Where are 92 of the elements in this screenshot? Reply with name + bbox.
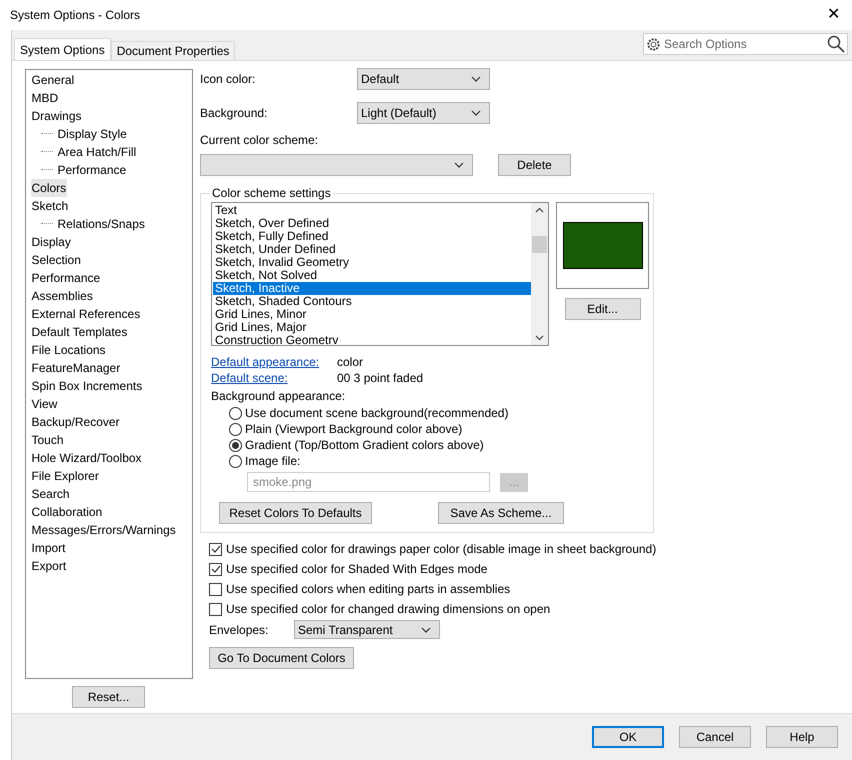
list-item[interactable]: Sketch, Fully Defined <box>213 230 531 243</box>
field-value: 00 3 point faded <box>337 370 424 387</box>
settings-icon <box>646 36 661 52</box>
list-item[interactable]: Construction Geometrv <box>213 334 531 345</box>
tree-item[interactable]: File Locations <box>30 341 107 359</box>
tree-item[interactable]: Export <box>30 557 68 575</box>
dialog-button[interactable]: Cancel <box>679 726 751 748</box>
caret-icon <box>454 162 464 168</box>
tree-item[interactable]: Search <box>30 485 71 503</box>
list-item[interactable]: Text <box>213 204 531 217</box>
radio-label: Gradient (Top/Bottom Gradient colors above) <box>245 437 484 454</box>
button[interactable]: Reset... <box>72 686 145 708</box>
list-item[interactable]: Sketch, Not Solved <box>213 269 531 282</box>
button[interactable]: Go To Document Colors <box>209 647 354 669</box>
tree-item[interactable]: Default Templates <box>30 323 128 341</box>
list-item[interactable]: Sketch, Over Defined <box>213 217 531 230</box>
list-item[interactable]: Sketch, Inactive <box>213 282 531 295</box>
dialog-button[interactable]: OK <box>592 726 664 748</box>
search-field[interactable]: Search Options <box>664 35 824 53</box>
tree-item[interactable]: Performance <box>56 161 128 179</box>
close-button[interactable]: ✕ <box>827 3 840 27</box>
tree-item[interactable]: Relations/Snaps <box>56 215 146 233</box>
tree-item[interactable]: MBD <box>30 89 60 107</box>
list-item[interactable]: Sketch, Shaded Contours <box>213 295 531 308</box>
button[interactable]: Edit... <box>564 298 640 320</box>
scroll-thumb[interactable] <box>532 236 547 252</box>
field-label: Current color scheme: <box>200 132 318 149</box>
tree-item[interactable]: Hole Wizard/Toolbox <box>30 449 143 467</box>
field-label: Background: <box>200 105 268 122</box>
button[interactable]: Reset Colors To Defaults <box>219 502 372 524</box>
list-item[interactable]: Grid Lines, Major <box>213 321 531 334</box>
tree-item[interactable]: Display Style <box>56 125 128 143</box>
group-title: Color scheme settings <box>211 185 332 202</box>
caret-icon <box>471 76 481 82</box>
dialog-button[interactable]: Help <box>766 726 838 748</box>
tree-item[interactable]: Spin Box Increments <box>30 377 144 395</box>
checkbox-label: Use specified color for Shaded With Edges mode <box>226 561 488 578</box>
list-item[interactable]: Sketch, Under Defined <box>213 243 531 256</box>
tree-item[interactable]: Messages/Errors/Warnings <box>30 521 177 539</box>
field-value: color <box>337 354 364 371</box>
checkbox-label: Use specified color for drawings paper color (disable image in sheet background) <box>226 541 656 558</box>
radio-button[interactable] <box>229 422 242 436</box>
button[interactable]: Delete <box>498 154 571 176</box>
tree-item[interactable]: Performance <box>30 269 102 287</box>
field-label: Icon color: <box>200 71 256 88</box>
tree-item[interactable]: Collaboration <box>30 503 104 521</box>
list-item[interactable]: Sketch, Invalid Geometry <box>213 256 531 269</box>
tree-item[interactable]: Selection <box>30 251 82 269</box>
caret-icon <box>421 626 431 632</box>
color-list[interactable] <box>211 202 549 346</box>
window-title: System Options - Colors <box>10 7 140 24</box>
checkbox[interactable] <box>209 602 222 616</box>
dropdown[interactable]: Light (Default) <box>357 102 490 124</box>
radio-button[interactable] <box>229 438 242 452</box>
dropdown[interactable]: Default <box>357 68 490 90</box>
dropdown[interactable]: Semi Transparent <box>294 620 440 639</box>
radio-label: Image file: <box>245 453 300 470</box>
caret-icon <box>471 110 481 116</box>
tree-item[interactable]: File Explorer <box>30 467 100 485</box>
tree-item[interactable]: Touch <box>30 431 65 449</box>
checkbox-label: Use specified color for changed drawing dimensions on open <box>226 601 550 618</box>
checkbox[interactable] <box>209 542 222 556</box>
checkbox[interactable] <box>209 562 222 576</box>
tree-item[interactable]: Drawings <box>30 107 83 125</box>
radio-button[interactable] <box>229 454 242 468</box>
tree-item[interactable]: FeatureManager <box>30 359 122 377</box>
tab[interactable]: Document Properties <box>110 41 236 60</box>
scrollbar[interactable] <box>531 203 548 345</box>
field-label: Envelopes: <box>209 622 270 638</box>
tree-item[interactable]: Sketch <box>30 197 70 215</box>
tab[interactable]: System Options <box>14 38 111 60</box>
tree-item[interactable]: Colors <box>30 179 68 197</box>
tree-item[interactable]: General <box>30 71 76 89</box>
tree-item[interactable]: View <box>30 395 58 413</box>
checkbox[interactable] <box>209 582 222 596</box>
radio-label: Use document scene background(recommended) <box>245 405 508 422</box>
radio-button[interactable] <box>229 406 242 420</box>
tree-item[interactable]: Backup/Recover <box>30 413 121 431</box>
tree-item[interactable]: Area Hatch/Fill <box>56 143 138 161</box>
search-icon <box>827 35 845 53</box>
checkbox-label: Use specified colors when editing parts in assemblies <box>226 581 510 598</box>
link[interactable]: Default scene: <box>211 369 337 387</box>
button[interactable]: Save As Scheme... <box>438 502 564 524</box>
list-item[interactable]: Grid Lines, Minor <box>213 308 531 321</box>
tree-item[interactable]: Display <box>30 233 72 251</box>
link[interactable]: Default appearance: <box>211 353 337 371</box>
tree-item[interactable]: Import <box>30 539 67 557</box>
search-box[interactable]: Search Options <box>643 33 848 55</box>
section-label: Background appearance: <box>211 388 346 405</box>
tree-item[interactable]: Assemblies <box>30 287 94 305</box>
tree-item[interactable]: External References <box>30 305 142 323</box>
radio-label: Plain (Viewport Background color above) <box>245 421 462 438</box>
